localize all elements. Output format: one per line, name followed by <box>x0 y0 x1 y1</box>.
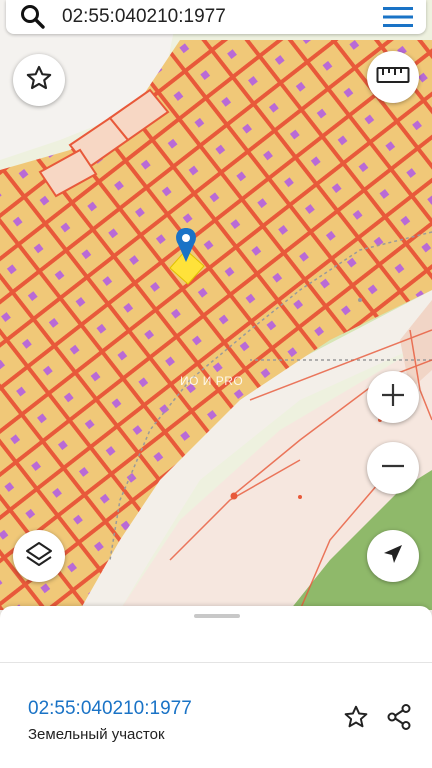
map-canvas[interactable] <box>0 0 432 610</box>
layers-icon <box>24 539 54 574</box>
minus-icon <box>379 452 407 485</box>
ruler-icon <box>376 65 410 90</box>
star-outline-icon <box>343 704 369 735</box>
share-icon <box>385 703 413 736</box>
zoom-in-button[interactable] <box>367 371 419 423</box>
search-bar <box>6 0 426 34</box>
locate-me-button[interactable] <box>367 530 419 582</box>
sheet-divider <box>0 662 432 663</box>
hamburger-menu-icon[interactable] <box>376 0 420 34</box>
sheet-drag-handle[interactable] <box>194 614 240 618</box>
ruler-button[interactable] <box>367 51 419 103</box>
parcel-number[interactable]: 02:55:040210:1977 <box>28 698 192 720</box>
parcel-info-sheet[interactable]: 02:55:040210:1977 Земельный участок <box>0 606 432 768</box>
map-watermark: ИО И PRO <box>180 374 244 388</box>
share-button[interactable] <box>382 702 416 736</box>
layers-button[interactable] <box>13 530 65 582</box>
parcel-type-label: Земельный участок <box>28 726 165 743</box>
search-icon[interactable] <box>16 0 50 34</box>
add-favorite-button[interactable] <box>339 702 373 736</box>
plus-icon <box>379 381 407 414</box>
star-outline-icon <box>25 64 53 97</box>
navigation-arrow-icon <box>382 543 404 570</box>
search-input[interactable] <box>50 2 376 32</box>
favorite-button[interactable] <box>13 54 65 106</box>
zoom-out-button[interactable] <box>367 442 419 494</box>
